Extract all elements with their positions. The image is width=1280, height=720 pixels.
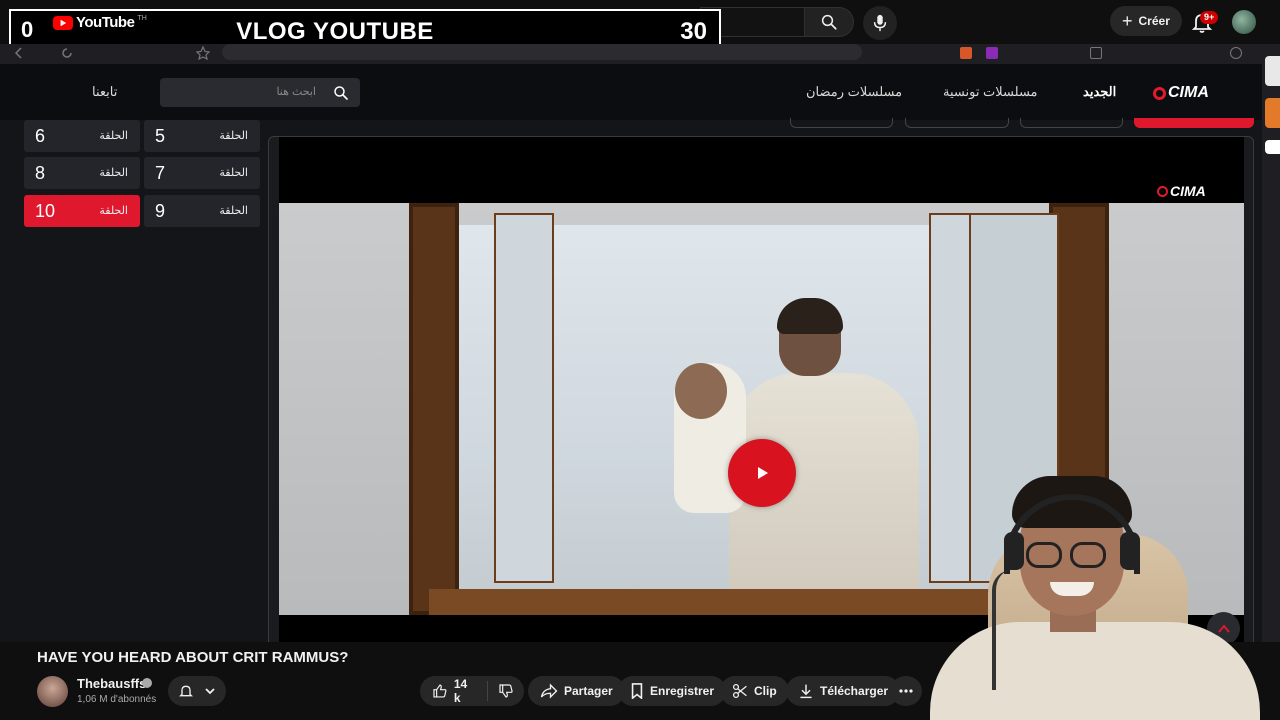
episode-number: 8 <box>35 163 46 183</box>
episode-button-10[interactable]: 10 الحلقة <box>24 195 140 227</box>
side-panel-tab[interactable] <box>1265 140 1280 154</box>
search-icon <box>821 14 837 30</box>
notification-badge: 9+ <box>1200 11 1219 24</box>
download-icon <box>800 684 812 699</box>
voice-search-button[interactable] <box>863 6 897 40</box>
site-search-input[interactable]: ابحث هنا <box>160 78 360 107</box>
dislike-button[interactable] <box>488 683 524 699</box>
site-search-placeholder: ابحث هنا <box>276 86 316 98</box>
like-count: 14 k <box>453 677 468 705</box>
bookmark-star-icon <box>196 46 210 60</box>
share-label: Partager <box>564 684 613 698</box>
window-shutter <box>409 203 459 615</box>
play-icon <box>758 467 768 479</box>
channel-name[interactable]: Thebausffs <box>77 676 146 691</box>
download-label: Télécharger <box>820 684 889 698</box>
clip-button[interactable]: Clip <box>720 676 789 706</box>
site-navbar: CIMA الجديد مسلسلات تونسية مسلسلات رمضان… <box>0 64 1262 120</box>
share-button[interactable]: Partager <box>528 676 625 706</box>
window-pane <box>494 213 554 583</box>
webcam-overlay <box>880 472 1280 720</box>
create-label: Créer <box>1138 14 1170 28</box>
subscriber-count: 1,06 M d'abonnés <box>77 694 157 705</box>
episode-button-7[interactable]: 7 الحلقة <box>144 157 260 189</box>
nav-item-ramadan-series[interactable]: مسلسلات رمضان <box>806 84 902 100</box>
episode-button-6[interactable]: 6 الحلقة <box>24 120 140 152</box>
server-tab[interactable] <box>905 118 1009 128</box>
episode-label: الحلقة <box>99 167 128 179</box>
glasses-lens <box>1070 542 1106 568</box>
server-tab[interactable] <box>1020 118 1123 128</box>
episode-number: 10 <box>35 201 56 221</box>
server-tab-active[interactable] <box>1134 118 1254 128</box>
episode-button-5[interactable]: 5 الحلقة <box>144 120 260 152</box>
server-tab[interactable] <box>790 118 893 128</box>
banner-title: VLOG YOUTUBE <box>236 18 434 45</box>
headset-ear-cup <box>1120 532 1140 570</box>
episode-label: الحلقة <box>99 205 128 217</box>
nav-item-new[interactable]: الجديد <box>1083 84 1116 100</box>
episode-number: 6 <box>35 126 46 146</box>
account-avatar[interactable] <box>1232 10 1256 34</box>
episode-label: الحلقة <box>219 167 248 179</box>
clip-label: Clip <box>754 684 777 698</box>
banner-right-counter: 30 <box>680 18 707 45</box>
back-arrow-icon <box>14 47 22 59</box>
episode-label: الحلقة <box>219 130 248 142</box>
episode-button-8[interactable]: 8 الحلقة <box>24 157 140 189</box>
video-title: HAVE YOU HEARD ABOUT CRIT RAMMUS? <box>37 649 349 666</box>
save-button[interactable]: Enregistrer <box>618 676 727 706</box>
browser-extension-icon <box>986 47 998 59</box>
youtube-search-button[interactable] <box>804 7 854 37</box>
side-panel-cart-icon[interactable] <box>1265 98 1280 128</box>
chevron-down-icon <box>205 688 215 695</box>
episode-button-9[interactable]: 9 الحلقة <box>144 195 260 227</box>
site-logo-text: CIMA <box>1168 84 1209 101</box>
follow-us-link[interactable]: تابعنا <box>92 84 117 100</box>
like-dislike-group: 14 k <box>420 676 524 706</box>
video-watermark-text: CIMA <box>1170 183 1206 199</box>
video-letterbox <box>279 137 1244 203</box>
verified-icon <box>142 678 152 688</box>
microphone-arm <box>992 570 1032 690</box>
episode-number: 7 <box>155 163 166 183</box>
episode-label: الحلقة <box>99 130 128 142</box>
thumbs-up-icon <box>433 684 447 698</box>
plus-icon: + <box>1122 11 1133 31</box>
browser-extension-icon <box>1230 47 1242 59</box>
episode-number: 9 <box>155 201 166 221</box>
share-icon <box>540 683 558 699</box>
scissors-icon <box>732 683 747 699</box>
search-icon[interactable] <box>332 84 350 102</box>
bookmark-icon <box>631 683 643 699</box>
subscription-bell-button[interactable] <box>168 676 226 706</box>
episode-label: الحلقة <box>219 205 248 217</box>
save-label: Enregistrer <box>650 684 715 698</box>
glasses-lens <box>1026 542 1062 568</box>
play-button[interactable] <box>728 439 796 507</box>
cima-logo-icon <box>1157 185 1168 197</box>
video-watermark-logo: CIMA <box>1157 183 1206 199</box>
reload-icon <box>62 48 72 58</box>
channel-avatar[interactable] <box>37 676 68 707</box>
create-button[interactable]: + Créer <box>1110 6 1182 36</box>
nav-item-tunisian-series[interactable]: مسلسلات تونسية <box>943 84 1038 100</box>
captured-browser-toolbar <box>0 44 1262 64</box>
site-logo[interactable]: CIMA <box>1153 84 1209 102</box>
cima-logo-icon <box>1153 86 1166 100</box>
bell-icon <box>179 685 193 697</box>
streamer-torso <box>930 622 1260 720</box>
brave-shield-icon <box>960 47 972 59</box>
thumbs-down-icon <box>499 684 513 698</box>
baby-head <box>675 363 727 419</box>
like-button[interactable]: 14 k <box>420 677 488 705</box>
headset-ear-cup <box>1004 532 1024 570</box>
microphone-icon <box>873 14 887 32</box>
episode-number: 5 <box>155 126 166 146</box>
captured-address-bar <box>222 44 862 60</box>
side-panel-cart-icon[interactable] <box>1265 56 1280 86</box>
browser-extension-icon <box>1090 47 1102 59</box>
